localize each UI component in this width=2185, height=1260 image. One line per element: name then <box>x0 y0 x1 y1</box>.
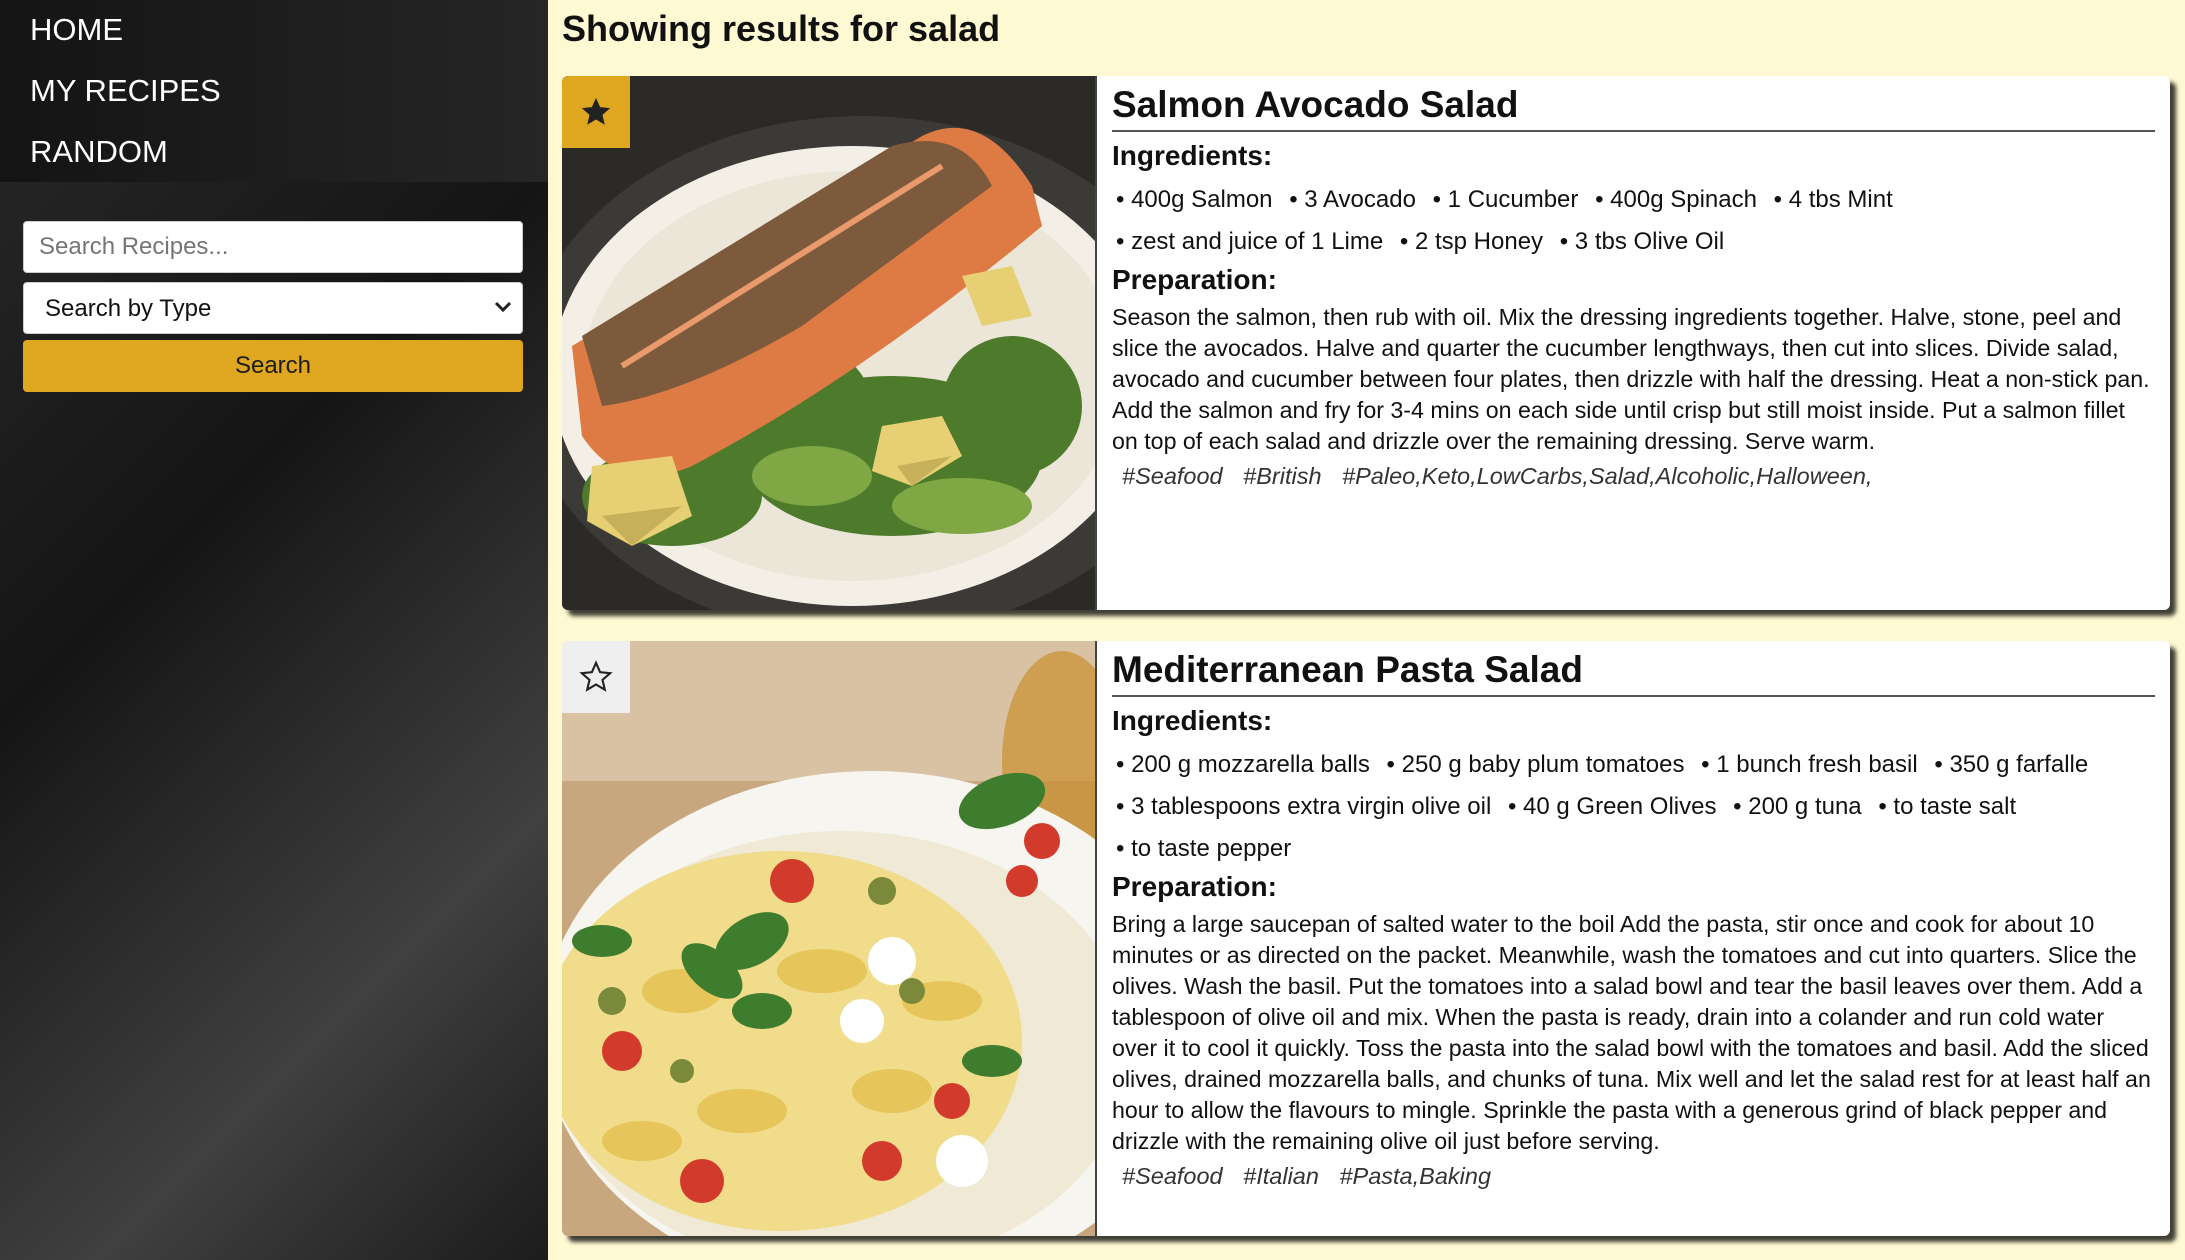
ingredient-item: to taste salt <box>1878 793 2016 820</box>
ingredient-item: 40 g Green Olives <box>1508 793 1717 820</box>
ingredient-item: 400g Salmon <box>1116 186 1273 213</box>
ingredient-item: to taste pepper <box>1116 835 1291 862</box>
favorite-button[interactable] <box>562 76 630 148</box>
tag-category[interactable]: #Seafood <box>1122 463 1223 489</box>
favorite-button[interactable] <box>562 641 630 713</box>
ingredient-item: 400g Spinach <box>1595 186 1757 213</box>
ingredient-item: 1 Cucumber <box>1433 186 1579 213</box>
preparation-text: Season the salmon, then rub with oil. Mi… <box>1112 304 2150 454</box>
preparation-text: Bring a large saucepan of salted water t… <box>1112 911 2151 1154</box>
nav-random-link[interactable]: RANDOM <box>30 132 168 172</box>
ingredient-item: 3 tbs Olive Oil <box>1560 228 1724 255</box>
tag-area[interactable]: #Italian <box>1243 1163 1319 1189</box>
recipe-image-salmon-salad[interactable] <box>562 76 1097 610</box>
ingredient-item: 2 tsp Honey <box>1400 228 1543 255</box>
tag-keywords[interactable]: #Paleo,Keto,LowCarbs,Salad,Alcoholic,Hal… <box>1342 463 1872 489</box>
nav-home-link[interactable]: HOME <box>30 10 123 50</box>
search-type-label: Search by Type <box>45 295 212 322</box>
sidebar: HOME MY RECIPES RANDOM Search by Type Se… <box>0 0 548 1260</box>
nav-menu: HOME MY RECIPES RANDOM <box>0 0 548 182</box>
search-input[interactable] <box>23 221 523 273</box>
recipe-tags: #Seafood #British #Paleo,Keto,LowCarbs,S… <box>1112 463 2155 490</box>
ingredient-row: 200 g mozzarella balls 250 g baby plum t… <box>1112 751 2155 779</box>
tag-keywords[interactable]: #Pasta,Baking <box>1339 1163 1491 1189</box>
recipe-details: Salmon Avocado Salad Ingredients: 400g S… <box>1112 76 2155 490</box>
nav-my-recipes-link[interactable]: MY RECIPES <box>30 71 221 111</box>
star-filled-icon <box>581 97 611 125</box>
recipe-tags: #Seafood #Italian #Pasta,Baking <box>1112 1163 2155 1190</box>
recipe-details: Mediterranean Pasta Salad Ingredients: 2… <box>1112 641 2155 1190</box>
preparation-heading: Preparation: <box>1112 264 1277 295</box>
ingredient-item: 200 g mozzarella balls <box>1116 751 1370 778</box>
tag-area[interactable]: #British <box>1243 463 1321 489</box>
ingredient-item: 3 tablespoons extra virgin olive oil <box>1116 793 1491 820</box>
ingredient-item: 3 Avocado <box>1289 186 1416 213</box>
ingredients-heading: Ingredients: <box>1112 705 1273 736</box>
ingredient-item: 1 bunch fresh basil <box>1701 751 1918 778</box>
chevron-down-icon <box>494 301 512 313</box>
ingredient-row: 400g Salmon 3 Avocado 1 Cucumber 400g Sp… <box>1112 186 2155 214</box>
ingredient-row: 3 tablespoons extra virgin olive oil 40 … <box>1112 793 2155 821</box>
results-title: Showing results for salad <box>562 8 1001 49</box>
star-outline-icon <box>579 660 613 692</box>
ingredient-row: to taste pepper <box>1112 835 2155 863</box>
ingredients-heading: Ingredients: <box>1112 140 1273 171</box>
ingredient-row: zest and juice of 1 Lime 2 tsp Honey 3 t… <box>1112 228 2155 256</box>
ingredient-item: 250 g baby plum tomatoes <box>1387 751 1685 778</box>
ingredient-item: 200 g tuna <box>1733 793 1862 820</box>
ingredient-item: zest and juice of 1 Lime <box>1116 228 1383 255</box>
recipe-title: Salmon Avocado Salad <box>1112 76 2155 132</box>
recipe-card: Mediterranean Pasta Salad Ingredients: 2… <box>562 641 2170 1236</box>
search-button[interactable]: Search <box>23 340 523 392</box>
search-type-select[interactable]: Search by Type <box>23 282 523 334</box>
recipe-image-pasta-salad[interactable] <box>562 641 1097 1236</box>
ingredient-item: 350 g farfalle <box>1934 751 2088 778</box>
recipe-title: Mediterranean Pasta Salad <box>1112 641 2155 697</box>
recipe-card: Salmon Avocado Salad Ingredients: 400g S… <box>562 76 2170 610</box>
tag-category[interactable]: #Seafood <box>1122 1163 1223 1189</box>
preparation-heading: Preparation: <box>1112 871 1277 902</box>
ingredient-item: 4 tbs Mint <box>1774 186 1893 213</box>
